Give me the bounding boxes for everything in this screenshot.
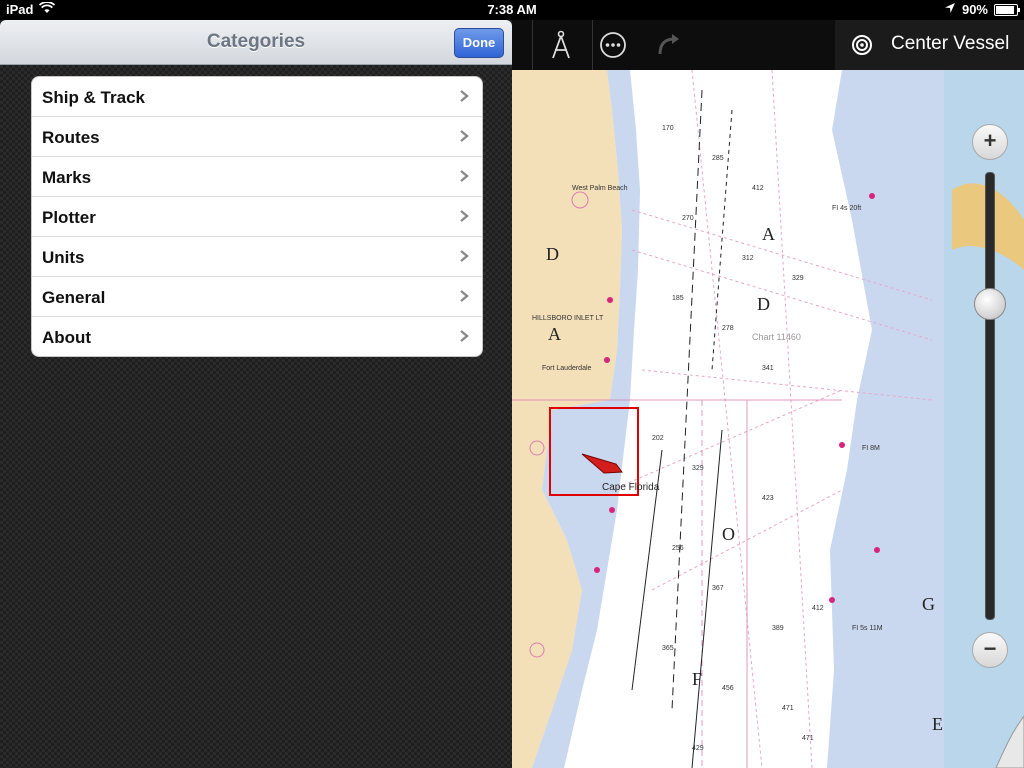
svg-text:D: D — [757, 294, 770, 314]
categories-navbar: Categories Done — [0, 20, 512, 65]
category-label: Marks — [42, 168, 92, 187]
category-label: Plotter — [42, 208, 96, 227]
svg-text:F: F — [692, 669, 702, 689]
chevron-right-icon — [460, 210, 469, 222]
zoom-in-button[interactable]: + — [972, 124, 1008, 160]
svg-text:341: 341 — [762, 365, 774, 372]
category-about[interactable]: About — [32, 317, 482, 356]
center-vessel-label: Center Vessel — [891, 33, 1010, 54]
toolbar-divider — [592, 20, 593, 70]
svg-text:329: 329 — [692, 465, 704, 472]
svg-text:471: 471 — [782, 705, 794, 712]
map-toolbar: Center Vessel — [512, 20, 1024, 70]
svg-text:412: 412 — [752, 185, 764, 192]
toolbar-divider — [532, 20, 533, 70]
zoom-out-button[interactable]: − — [972, 632, 1008, 668]
category-label: Units — [42, 248, 85, 267]
svg-text:170: 170 — [662, 125, 674, 132]
chart-canvas: 170285412 270312329 185278341 202329423 … — [512, 70, 1024, 768]
svg-text:367: 367 — [712, 585, 724, 592]
svg-text:312: 312 — [742, 255, 754, 262]
nautical-chart-map[interactable]: 170 285 412 270 312 329 185 278 341 202 329 423 … — [512, 70, 1024, 768]
categories-panel: Categories Done Ship & Track Routes Mark… — [0, 20, 512, 768]
svg-text:Fort Lauderdale: Fort Lauderdale — [542, 365, 592, 372]
chevron-right-icon — [460, 130, 469, 142]
svg-text:HILLSBORO INLET LT: HILLSBORO INLET LT — [532, 315, 604, 322]
svg-text:G: G — [922, 594, 935, 614]
svg-text:FI 4s 20ft: FI 4s 20ft — [832, 205, 861, 212]
chevron-right-icon — [460, 290, 469, 302]
svg-text:A: A — [548, 324, 561, 344]
category-units[interactable]: Units — [32, 237, 482, 277]
svg-text:285: 285 — [712, 155, 724, 162]
done-button[interactable]: Done — [454, 28, 504, 58]
svg-text:D: D — [546, 244, 559, 264]
svg-text:423: 423 — [762, 495, 774, 502]
battery-percent: 90% — [961, 2, 988, 17]
more-options-icon[interactable] — [596, 28, 630, 62]
category-label: About — [42, 328, 92, 347]
redo-icon[interactable] — [652, 28, 686, 62]
svg-text:E: E — [932, 714, 943, 734]
compass-divider-icon[interactable] — [544, 28, 578, 62]
svg-text:278: 278 — [722, 325, 734, 332]
category-plotter[interactable]: Plotter — [32, 197, 482, 237]
svg-text:Chart 11460: Chart 11460 — [752, 332, 801, 342]
svg-text:389: 389 — [772, 625, 784, 632]
page-title: Categories — [206, 31, 306, 52]
chevron-right-icon — [460, 90, 469, 102]
category-label: Ship & Track — [42, 88, 145, 107]
category-marks[interactable]: Marks — [32, 157, 482, 197]
page-curl-icon[interactable] — [994, 708, 1024, 768]
battery-icon — [994, 3, 1020, 16]
svg-text:329: 329 — [792, 275, 804, 282]
category-general[interactable]: General — [32, 277, 482, 317]
location-arrow-icon — [944, 2, 956, 17]
category-label: Routes — [42, 128, 100, 147]
zoom-slider-track[interactable] — [985, 172, 995, 620]
svg-text:270: 270 — [682, 215, 694, 222]
svg-text:O: O — [722, 524, 735, 544]
svg-text:456: 456 — [722, 685, 734, 692]
chevron-right-icon — [460, 330, 469, 342]
svg-text:365: 365 — [662, 645, 674, 652]
status-bar: iPad 7:38 AM 90% — [0, 0, 1024, 20]
svg-text:429: 429 — [692, 745, 704, 752]
svg-text:471: 471 — [802, 735, 814, 742]
category-ship-track[interactable]: Ship & Track — [32, 77, 482, 117]
svg-text:FI 8M: FI 8M — [862, 445, 880, 452]
svg-text:West Palm Beach: West Palm Beach — [572, 185, 628, 192]
svg-text:A: A — [762, 224, 775, 244]
category-routes[interactable]: Routes — [32, 117, 482, 157]
svg-text:185: 185 — [672, 295, 684, 302]
center-vessel-button[interactable]: Center Vessel — [835, 20, 1024, 70]
place-label: Cape Florida — [602, 482, 660, 493]
categories-list: Ship & Track Routes Marks Plotter Units … — [31, 76, 483, 357]
svg-text:256: 256 — [672, 545, 684, 552]
svg-text:202: 202 — [652, 435, 664, 442]
svg-text:412: 412 — [812, 605, 824, 612]
clock: 7:38 AM — [487, 2, 537, 17]
chevron-right-icon — [460, 250, 469, 262]
svg-text:FI 5s 11M: FI 5s 11M — [852, 625, 883, 632]
target-icon — [852, 35, 872, 55]
category-label: General — [42, 288, 106, 307]
chevron-right-icon — [460, 170, 469, 182]
